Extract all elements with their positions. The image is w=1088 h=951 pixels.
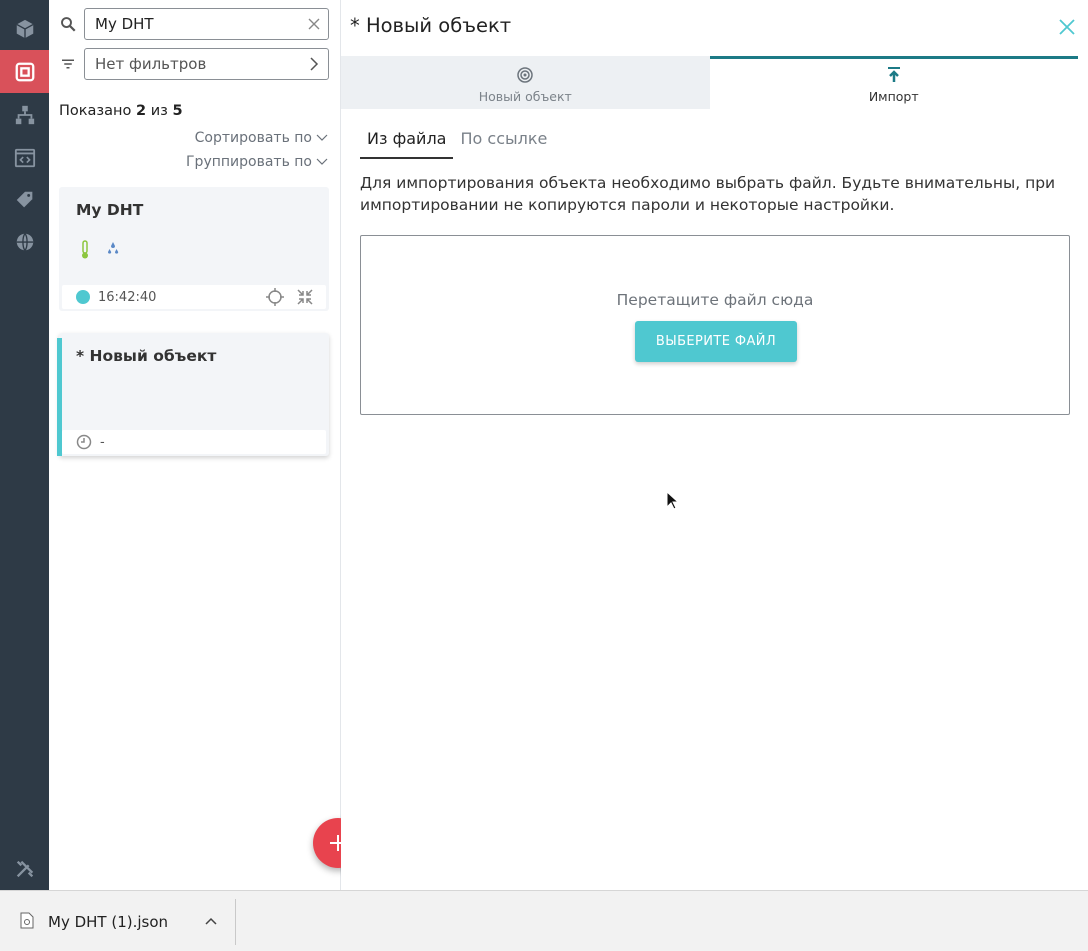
rail-item-code[interactable] [0, 136, 49, 179]
search-input-value: My DHT [95, 15, 154, 33]
globe-icon [16, 232, 33, 251]
shown-counter: Показано 2 из 5 [59, 103, 183, 119]
online-status-dot [76, 290, 90, 304]
subtab-from-file[interactable]: Из файла [360, 125, 454, 159]
tab-label: Импорт [868, 89, 919, 104]
file-icon [20, 912, 34, 929]
filter-input-value: Нет фильтров [95, 55, 207, 73]
drop-hint: Перетащите файл сюда [616, 291, 814, 309]
rail-item-hierarchy[interactable] [0, 93, 49, 136]
code-icon [14, 148, 35, 167]
group-dropdown[interactable]: Группировать по [186, 154, 328, 170]
mode-tabs: Новый объект Импорт [341, 56, 1078, 109]
subtab-by-link[interactable]: По ссылке [453, 125, 554, 159]
filter-input[interactable]: Нет фильтров [84, 48, 329, 80]
tab-label: Новый объект [478, 89, 572, 104]
search-row: My DHT [49, 8, 341, 40]
rail-item-tags[interactable] [0, 178, 49, 221]
thermometer-icon [82, 240, 88, 259]
locate-icon[interactable] [266, 288, 284, 306]
download-separator [235, 899, 236, 945]
object-card-title: My DHT [76, 201, 144, 219]
object-card-new[interactable]: * Новый объект - [57, 333, 329, 456]
app-rail [0, 0, 49, 890]
sort-label: Сортировать по [194, 130, 312, 146]
shown-mid: из [150, 103, 168, 119]
chevron-right-icon [310, 57, 319, 71]
tools-icon [16, 860, 33, 877]
page-title: * Новый объект [350, 14, 512, 37]
hierarchy-icon [15, 105, 34, 124]
rail-item-objects[interactable] [0, 50, 49, 93]
rail-item-devices[interactable] [0, 7, 49, 50]
clock-icon [76, 434, 92, 450]
object-card-footer: - [62, 430, 326, 454]
shown-prefix: Показано [59, 103, 132, 119]
filter-row: Нет фильтров [49, 48, 341, 80]
download-file-name[interactable]: My DHT (1).json [48, 913, 168, 931]
rail-item-tools[interactable] [0, 847, 49, 890]
shown-count: 2 [135, 103, 147, 119]
object-list-panel: My DHT Нет фильтров Показано 2 из 5 Сорт… [49, 0, 363, 890]
main-panel: * Новый объект Новый объект Импорт Из фа… [341, 0, 1088, 890]
last-message-time: 16:42:40 [98, 289, 157, 305]
object-card-footer: 16:42:40 [62, 285, 326, 309]
object-card-my-dht[interactable]: My DHT 16:42:40 [59, 187, 329, 311]
close-icon[interactable] [1058, 18, 1076, 36]
mouse-cursor-icon [666, 491, 678, 510]
object-card-title: * Новый объект [76, 347, 217, 365]
tab-new-object[interactable]: Новый объект [341, 56, 710, 109]
card-actions [266, 288, 314, 306]
chevron-up-icon[interactable] [205, 917, 217, 925]
collapse-icon[interactable] [296, 288, 314, 306]
group-label: Группировать по [186, 154, 312, 170]
import-source-tabs: Из файла По ссылке [360, 125, 554, 159]
last-message-time: - [100, 434, 105, 450]
sort-dropdown[interactable]: Сортировать по [195, 130, 328, 146]
rail-item-geo[interactable] [0, 220, 49, 263]
cube-icon [15, 19, 34, 38]
humidity-icon [108, 242, 119, 254]
file-dropzone[interactable]: Перетащите файл сюда ВЫБЕРИТЕ ФАЙЛ [360, 235, 1070, 415]
upload-icon [887, 67, 900, 82]
download-bar: My DHT (1).json [0, 890, 1088, 951]
clear-search-icon[interactable] [307, 17, 321, 31]
chevron-down-icon [316, 158, 328, 165]
target-icon [517, 67, 533, 83]
filter-icon [62, 59, 74, 69]
search-input[interactable]: My DHT [84, 8, 329, 40]
import-description: Для импортирования объекта необходимо вы… [360, 174, 1056, 214]
tag-icon [16, 191, 32, 207]
tab-import[interactable]: Импорт [709, 56, 1078, 109]
sensor-icons [78, 240, 120, 260]
chevron-down-icon [316, 134, 328, 141]
search-icon [61, 17, 76, 32]
device-icon [15, 62, 34, 81]
shown-total: 5 [172, 103, 183, 119]
choose-file-button[interactable]: ВЫБЕРИТЕ ФАЙЛ [635, 321, 797, 362]
